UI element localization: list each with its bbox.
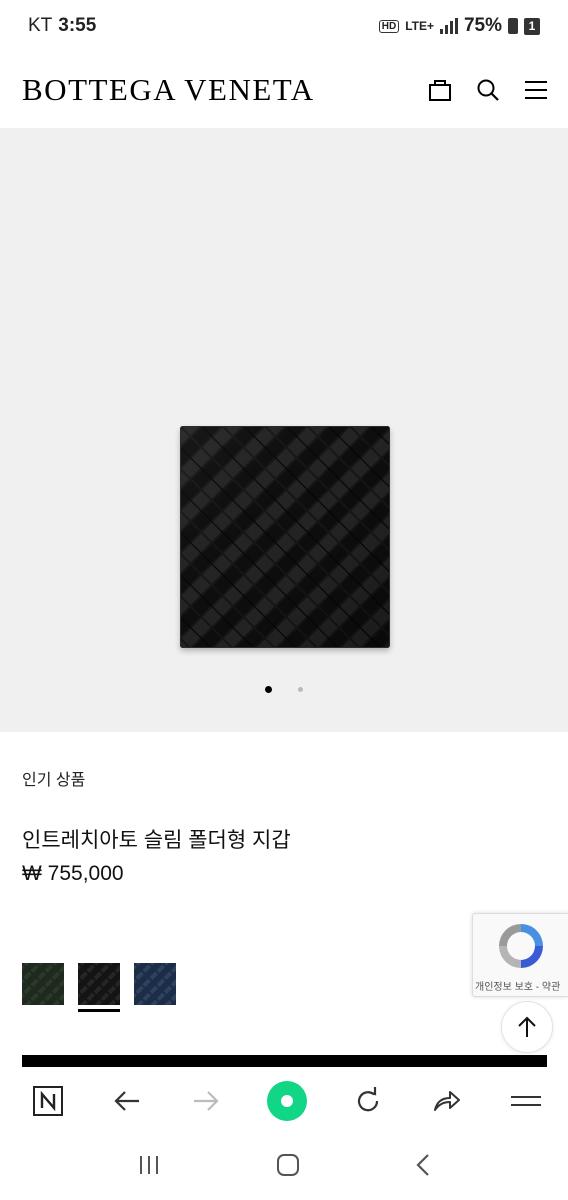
hamburger-menu-icon[interactable]	[508, 1083, 544, 1119]
status-right: HD LTE+ 75% 1	[378, 15, 540, 37]
status-bar: KT 3:55 HD LTE+ 75% 1	[0, 0, 568, 52]
sim-icon: 1	[524, 17, 540, 35]
system-navigation-bar	[0, 1135, 568, 1200]
menu-icon[interactable]	[524, 79, 548, 101]
product-price: ₩ 755,000	[22, 862, 124, 885]
share-icon[interactable]	[429, 1083, 465, 1119]
color-swatches	[22, 963, 176, 1012]
site-header: BOTTEGA VENETA	[0, 52, 568, 128]
selected-swatch-indicator	[78, 1009, 120, 1012]
product-image	[180, 426, 390, 648]
carousel-dot-active[interactable]	[265, 686, 272, 693]
section-tag: 인기 상품	[22, 772, 86, 789]
carousel-indicator	[0, 686, 568, 693]
signal-icon	[439, 18, 458, 34]
hd-voice-icon: HD	[378, 19, 400, 33]
brand-logo[interactable]: BOTTEGA VENETA	[22, 72, 315, 108]
swatch-image	[134, 963, 176, 1005]
recent-apps-icon[interactable]	[137, 1154, 161, 1181]
scroll-to-top-button[interactable]	[501, 1001, 553, 1053]
header-actions	[428, 78, 548, 102]
forward-arrow-icon[interactable]	[188, 1083, 224, 1119]
search-icon[interactable]	[476, 78, 500, 102]
lte-icon: LTE+	[405, 19, 434, 33]
clock: 3:55	[58, 15, 97, 36]
swatch-dark-green[interactable]	[22, 963, 64, 1005]
battery-icon	[508, 18, 518, 34]
naver-home-icon[interactable]	[30, 1083, 66, 1119]
arrow-up-icon	[518, 1016, 536, 1037]
recaptcha-icon	[499, 924, 543, 968]
home-icon[interactable]	[276, 1153, 300, 1182]
swatch-image	[78, 963, 120, 1005]
status-left: KT 3:55	[28, 15, 96, 37]
browser-toolbar	[0, 1067, 568, 1135]
reload-icon[interactable]	[350, 1083, 386, 1119]
swatch-image	[22, 963, 64, 1005]
back-icon[interactable]	[415, 1153, 431, 1182]
battery-percent: 75%	[463, 15, 502, 36]
product-image-carousel[interactable]	[0, 128, 568, 732]
swatch-navy[interactable]	[134, 963, 176, 1005]
carrier-label: KT	[28, 15, 53, 36]
recaptcha-badge[interactable]: 개인정보 보호 - 약관	[472, 913, 568, 997]
carousel-dot[interactable]	[298, 687, 303, 692]
green-dot-icon[interactable]	[267, 1081, 307, 1121]
add-to-bag-button[interactable]	[22, 1055, 547, 1067]
back-arrow-icon[interactable]	[109, 1083, 145, 1119]
swatch-black[interactable]	[78, 963, 120, 1012]
product-name: 인트레치아토 슬림 폴더형 지갑	[22, 829, 291, 852]
recaptcha-links[interactable]: 개인정보 보호 - 약관	[475, 978, 560, 993]
shopping-bag-icon[interactable]	[428, 78, 452, 102]
